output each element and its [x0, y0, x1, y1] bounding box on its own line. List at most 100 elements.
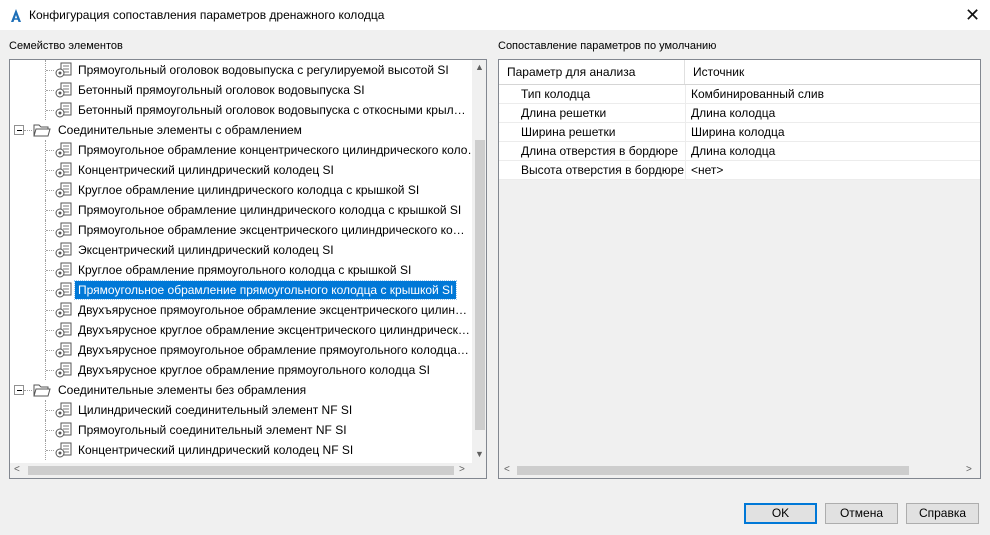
- tree-connector: [46, 330, 54, 331]
- tree-node-label: Прямоугольное обрамление концентрическог…: [78, 143, 480, 157]
- tree-node-item[interactable]: Концентрический цилиндрический колодец N…: [10, 440, 472, 460]
- collapse-toggle-icon[interactable]: [14, 385, 24, 395]
- source-cell[interactable]: Длина колодца: [685, 104, 775, 122]
- element-family-tree[interactable]: Прямоугольный оголовок водовыпуска с рег…: [9, 59, 487, 479]
- source-cell[interactable]: <нет>: [685, 161, 723, 179]
- tree-node-label: Бетонный прямоугольный оголовок водовыпу…: [78, 103, 466, 117]
- part-family-icon: [55, 162, 73, 178]
- part-family-icon: [55, 282, 73, 298]
- tree-node-item[interactable]: Бетонный прямоугольный оголовок водовыпу…: [10, 100, 472, 120]
- part-family-icon: [55, 422, 73, 438]
- parameter-cell: Высота отверстия в бордюре: [521, 163, 685, 177]
- part-family-icon: [55, 62, 73, 78]
- tree-node-group[interactable]: Соединительные элементы с обрамлением: [10, 120, 472, 140]
- tree-node-item[interactable]: Прямоугольное обрамление концентрическог…: [10, 140, 479, 160]
- default-mapping-label: Сопоставление параметров по умолчанию: [498, 40, 717, 52]
- tree-horizontal-scrollbar[interactable]: < >: [10, 463, 472, 478]
- grid-row[interactable]: Длина отверстия в бордюре Длина колодца: [499, 142, 980, 161]
- close-button[interactable]: ✕: [955, 0, 990, 30]
- part-family-icon: [55, 362, 73, 378]
- tree-node-item[interactable]: Прямоугольное обрамление цилиндрического…: [10, 200, 472, 220]
- tree-node-label: Цилиндрический соединительный элемент NF…: [78, 403, 353, 417]
- grid-horizontal-scrollbar[interactable]: < >: [499, 463, 980, 478]
- help-button[interactable]: Справка: [906, 503, 979, 524]
- tree-node-label: Соединительные элементы с обрамлением: [58, 123, 302, 137]
- grid-horizontal-scroll-thumb[interactable]: [517, 466, 909, 475]
- tree-connector: [24, 130, 32, 131]
- tree-connector: [46, 310, 54, 311]
- tree-node-item[interactable]: Прямоугольный оголовок водовыпуска с рег…: [10, 60, 472, 80]
- tree-node-item[interactable]: Круглое обрамление цилиндрического колод…: [10, 180, 472, 200]
- tree-connector: [46, 190, 54, 191]
- column-header-parameter[interactable]: Параметр для анализа: [499, 60, 685, 84]
- tree-node-label: Прямоугольное обрамление эксцентрическог…: [78, 223, 465, 237]
- grid-row[interactable]: Тип колодца Комбинированный слив: [499, 85, 980, 104]
- scroll-left-arrow-icon[interactable]: <: [14, 464, 20, 475]
- tree-node-item[interactable]: Двухъярусное прямоугольное обрамление пр…: [10, 340, 472, 360]
- tree-node-label: Прямоугольное обрамление цилиндрического…: [78, 203, 462, 217]
- tree-node-item[interactable]: Эксцентрический цилиндрический колодец S…: [10, 240, 472, 260]
- part-family-icon: [55, 142, 73, 158]
- part-family-icon: [55, 262, 73, 278]
- tree-node-group[interactable]: Соединительные элементы без обрамления: [10, 380, 472, 400]
- tree-node-item[interactable]: Двухъярусное круглое обрамление эксцентр…: [10, 320, 472, 340]
- tree-horizontal-scroll-thumb[interactable]: [28, 466, 454, 475]
- tree-node-label: Двухъярусное прямоугольное обрамление пр…: [78, 343, 469, 357]
- tree-connector: [46, 290, 54, 291]
- scroll-right-arrow-icon[interactable]: >: [966, 464, 972, 475]
- grid-row[interactable]: Ширина решетки Ширина колодца: [499, 123, 980, 142]
- collapse-toggle-icon[interactable]: [14, 125, 24, 135]
- source-cell[interactable]: Длина колодца: [685, 142, 775, 160]
- grid-header: Параметр для анализа Источник: [499, 60, 980, 85]
- tree-connector: [46, 70, 54, 71]
- part-family-icon: [55, 242, 73, 258]
- grid-body: Тип колодца Комбинированный слив Длина реш…: [499, 85, 980, 180]
- window-title: Конфигурация сопоставления параметров др…: [29, 8, 385, 22]
- tree-connector: [46, 370, 54, 371]
- tree-node-item[interactable]: Прямоугольное обрамление прямоугольного …: [10, 280, 472, 300]
- part-family-icon: [55, 302, 73, 318]
- part-family-icon: [55, 402, 73, 418]
- source-cell[interactable]: Ширина колодца: [685, 123, 785, 141]
- part-family-icon: [55, 442, 73, 458]
- tree-connector: [46, 250, 54, 251]
- scroll-right-arrow-icon[interactable]: >: [459, 464, 465, 475]
- cancel-button[interactable]: Отмена: [825, 503, 898, 524]
- tree-vertical-scroll-thumb[interactable]: [475, 140, 485, 430]
- tree-node-item[interactable]: Двухъярусное круглое обрамление прямоуго…: [10, 360, 472, 380]
- column-header-source[interactable]: Источник: [685, 60, 980, 84]
- open-folder-icon: [33, 382, 51, 398]
- grid-row[interactable]: Высота отверстия в бордюре <нет>: [499, 161, 980, 180]
- grid-row[interactable]: Длина решетки Длина колодца: [499, 104, 980, 123]
- tree-node-item[interactable]: Прямоугольный соединительный элемент NF …: [10, 420, 472, 440]
- tree-node-label: Круглое обрамление прямоугольного колодц…: [78, 263, 412, 277]
- tree-connector: [46, 410, 54, 411]
- scroll-down-arrow-icon[interactable]: ▼: [475, 449, 484, 459]
- tree-node-item[interactable]: Концентрический цилиндрический колодец S…: [10, 160, 472, 180]
- tree-node-label: Концентрический цилиндрический колодец N…: [78, 443, 354, 457]
- tree-connector: [46, 350, 54, 351]
- part-family-icon: [55, 202, 73, 218]
- tree-node-label: Двухъярусное круглое обрамление эксцентр…: [78, 323, 470, 337]
- source-cell[interactable]: Комбинированный слив: [685, 85, 824, 103]
- ok-button[interactable]: OK: [744, 503, 817, 524]
- tree-node-item[interactable]: Бетонный прямоугольный оголовок водовыпу…: [10, 80, 472, 100]
- tree-node-item[interactable]: Круглое обрамление прямоугольного колодц…: [10, 260, 472, 280]
- tree-node-item[interactable]: Цилиндрический соединительный элемент NF…: [10, 400, 472, 420]
- close-icon: ✕: [964, 4, 981, 25]
- tree-node-item[interactable]: Двухъярусное прямоугольное обрамление эк…: [10, 300, 472, 320]
- tree-connector: [46, 270, 54, 271]
- scroll-left-arrow-icon[interactable]: <: [504, 464, 510, 475]
- tree-node-label: Круглое обрамление цилиндрического колод…: [78, 183, 420, 197]
- tree-node-label: Прямоугольный соединительный элемент NF …: [78, 423, 347, 437]
- scroll-up-arrow-icon[interactable]: ▲: [475, 62, 484, 72]
- parameter-mapping-grid[interactable]: Параметр для анализа Источник Тип колодц…: [498, 59, 981, 479]
- tree-node-item[interactable]: Прямоугольное обрамление эксцентрическог…: [10, 220, 472, 240]
- tree-node-label: Концентрический цилиндрический колодец S…: [78, 163, 334, 177]
- tree-connector: [46, 210, 54, 211]
- part-family-icon: [55, 102, 73, 118]
- tree-node-label: Двухъярусное круглое обрамление прямоуго…: [78, 363, 430, 377]
- element-family-label: Семейство элементов: [9, 40, 123, 52]
- part-family-icon: [55, 322, 73, 338]
- part-family-icon: [55, 82, 73, 98]
